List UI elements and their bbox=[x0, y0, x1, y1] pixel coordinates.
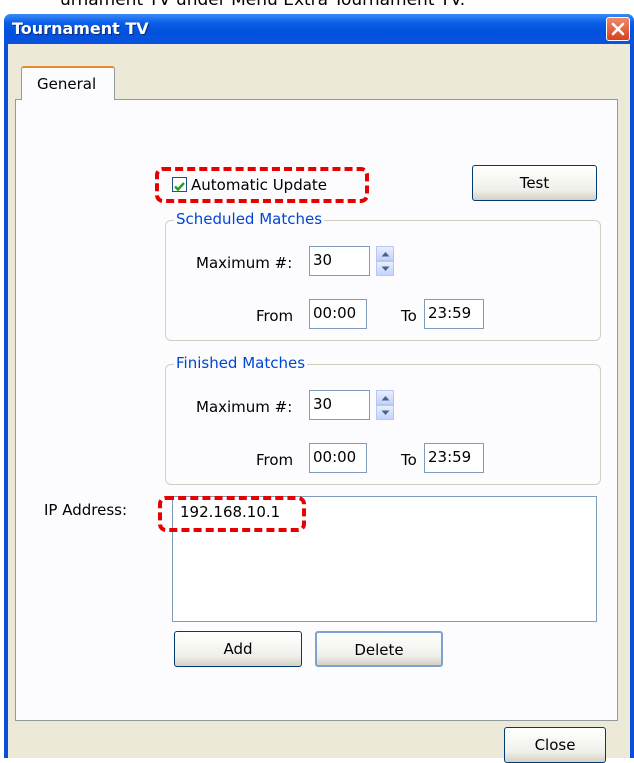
spin-down-icon bbox=[381, 266, 390, 271]
close-window-button[interactable] bbox=[606, 17, 630, 41]
delete-button-label: Delete bbox=[354, 641, 404, 659]
spin-down-button[interactable] bbox=[376, 405, 394, 420]
list-item[interactable]: 192.168.10.1 bbox=[180, 503, 280, 521]
finished-max-spinner[interactable] bbox=[376, 390, 394, 420]
finished-max-label: Maximum #: bbox=[196, 398, 293, 416]
auto-update-label[interactable]: Automatic Update bbox=[191, 176, 327, 194]
scheduled-matches-group: Scheduled Matches Maximum #: 30 From 00:… bbox=[165, 210, 601, 341]
scheduled-from-input[interactable]: 00:00 bbox=[309, 299, 367, 329]
spin-down-button[interactable] bbox=[376, 261, 394, 276]
finished-matches-title: Finished Matches bbox=[174, 354, 308, 372]
spin-up-button[interactable] bbox=[376, 390, 394, 405]
tab-general-label: General bbox=[37, 75, 97, 93]
ip-address-label: IP Address: bbox=[44, 501, 128, 519]
finished-from-label: From bbox=[256, 451, 294, 469]
scheduled-max-label: Maximum #: bbox=[196, 254, 293, 272]
tab-general[interactable]: General bbox=[21, 66, 115, 100]
finished-max-input[interactable]: 30 bbox=[309, 390, 370, 420]
delete-button[interactable]: Delete bbox=[315, 631, 443, 667]
close-x-icon bbox=[611, 22, 625, 36]
finished-to-label: To bbox=[401, 451, 417, 469]
scheduled-to-label: To bbox=[401, 307, 417, 325]
title-bar[interactable]: Tournament TV bbox=[4, 14, 634, 44]
window-title: Tournament TV bbox=[12, 19, 149, 38]
finished-from-input[interactable]: 00:00 bbox=[309, 443, 367, 473]
scheduled-matches-title: Scheduled Matches bbox=[174, 210, 325, 228]
general-tab-panel: Automatic Update Test Scheduled Matches … bbox=[15, 99, 618, 721]
dialog-client-area: General Automatic Update Test Scheduled … bbox=[8, 44, 630, 763]
spin-up-icon bbox=[381, 396, 390, 401]
spin-up-button[interactable] bbox=[376, 246, 394, 261]
add-button[interactable]: Add bbox=[174, 631, 302, 667]
finished-to-input[interactable]: 23:59 bbox=[424, 443, 484, 473]
caption-label: urnament TV under Menu Extra Tournament … bbox=[60, 0, 466, 10]
add-button-label: Add bbox=[223, 640, 253, 658]
ip-address-list[interactable]: 192.168.10.1 bbox=[172, 496, 597, 622]
checkmark-icon bbox=[174, 182, 185, 192]
scheduled-max-input[interactable]: 30 bbox=[309, 246, 370, 276]
caption-text: urnament TV under Menu Extra Tournament … bbox=[0, 0, 634, 14]
spin-down-icon bbox=[381, 410, 390, 415]
scheduled-max-spinner[interactable] bbox=[376, 246, 394, 276]
test-button[interactable]: Test bbox=[472, 165, 597, 201]
scheduled-from-label: From bbox=[256, 307, 294, 325]
tournament-tv-dialog: Tournament TV General Automatic Update T… bbox=[4, 14, 634, 763]
auto-update-checkbox[interactable] bbox=[172, 177, 187, 192]
spin-up-icon bbox=[381, 252, 390, 257]
scheduled-to-input[interactable]: 23:59 bbox=[424, 299, 484, 329]
finished-matches-group: Finished Matches Maximum #: 30 From 00:0… bbox=[165, 354, 601, 485]
close-button-label: Close bbox=[534, 736, 576, 754]
test-button-label: Test bbox=[519, 174, 550, 192]
